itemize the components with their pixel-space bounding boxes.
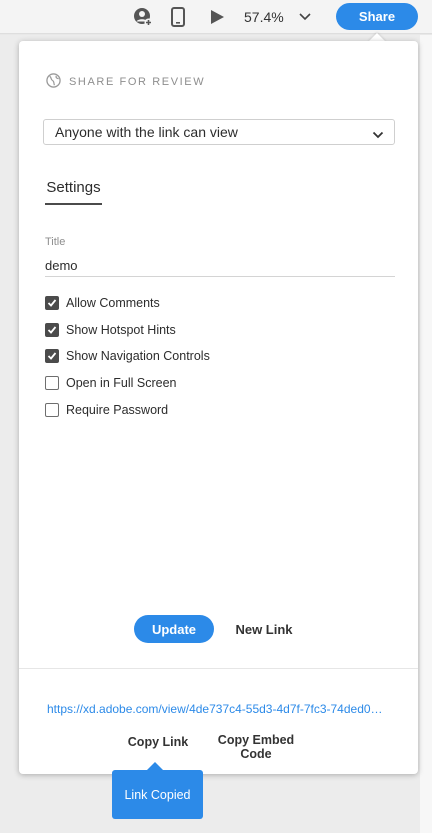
option-label: Require Password <box>66 403 169 417</box>
globe-icon <box>46 73 61 91</box>
option-require-password[interactable]: Require Password <box>45 401 168 419</box>
link-copied-tooltip: Link Copied <box>112 770 203 819</box>
update-button[interactable]: Update <box>134 615 214 643</box>
panel-title: SHARE FOR REVIEW <box>69 76 206 88</box>
panel-header: SHARE FOR REVIEW <box>46 73 205 91</box>
share-for-review-panel: SHARE FOR REVIEW Anyone with the link ca… <box>19 41 418 774</box>
checkbox[interactable] <box>45 296 59 310</box>
divider <box>19 668 418 669</box>
chevron-down-icon <box>372 127 384 139</box>
option-label: Open in Full Screen <box>66 376 177 390</box>
link-access-select[interactable]: Anyone with the link can view <box>43 119 395 145</box>
option-show-navigation-controls[interactable]: Show Navigation Controls <box>45 347 210 365</box>
title-field-label: Title <box>45 236 66 248</box>
option-allow-comments[interactable]: Allow Comments <box>45 294 160 312</box>
option-open-in-full-screen[interactable]: Open in Full Screen <box>45 374 176 392</box>
checkbox[interactable] <box>45 403 59 417</box>
zoom-level[interactable]: 57.4% <box>244 7 284 27</box>
tooltip-arrow <box>147 762 163 770</box>
link-access-value: Anyone with the link can view <box>55 124 238 140</box>
zoom-chevron-down-icon[interactable] <box>298 8 312 26</box>
share-link-url[interactable]: https://xd.adobe.com/view/4de737c4-55d3-… <box>47 702 389 718</box>
option-show-hotspot-hints[interactable]: Show Hotspot Hints <box>45 321 176 339</box>
share-button[interactable]: Share <box>336 3 418 30</box>
option-label: Allow Comments <box>66 296 160 310</box>
option-label: Show Hotspot Hints <box>66 323 176 337</box>
checkbox[interactable] <box>45 349 59 363</box>
app-canvas-edge <box>420 35 432 833</box>
copy-link-button[interactable]: Copy Link <box>123 733 193 751</box>
play-icon[interactable] <box>205 6 229 28</box>
mobile-device-icon[interactable] <box>166 6 190 28</box>
new-link-button[interactable]: New Link <box>229 618 299 640</box>
top-toolbar: 57.4% Share <box>0 0 432 34</box>
tab-settings[interactable]: Settings <box>45 179 102 205</box>
copy-embed-code-button[interactable]: Copy Embed Code <box>201 733 311 761</box>
checkbox[interactable] <box>45 376 59 390</box>
user-add-icon[interactable] <box>131 6 155 28</box>
option-label: Show Navigation Controls <box>66 349 210 363</box>
title-input[interactable] <box>45 254 395 277</box>
checkbox[interactable] <box>45 323 59 337</box>
